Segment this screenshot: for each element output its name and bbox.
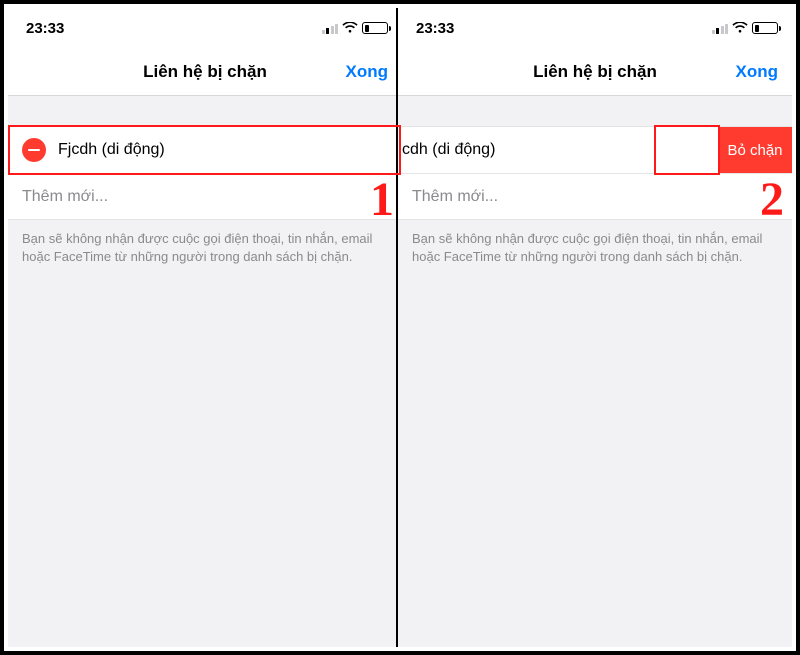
screenshot-left-pane: 23:33 Liên hệ bị chặn Xong Fjcdh (di độn… xyxy=(8,8,404,647)
explanation-footer: Bạn sẽ không nhận được cuộc gọi điện tho… xyxy=(8,220,402,265)
status-bar: 23:33 xyxy=(8,8,402,48)
done-button[interactable]: Xong xyxy=(736,62,779,82)
annotation-step-number: 1 xyxy=(370,172,394,227)
unblock-button-label: Bỏ chặn xyxy=(727,142,782,159)
cellular-signal-icon xyxy=(322,23,339,34)
unblock-button[interactable]: Bỏ chặn xyxy=(718,127,792,173)
annotation-step-number: 2 xyxy=(760,172,784,227)
done-button[interactable]: Xong xyxy=(346,62,389,82)
wifi-icon xyxy=(342,22,358,34)
blocked-contact-row[interactable]: cdh (di động) Bỏ chặn xyxy=(398,126,792,174)
status-indicators xyxy=(712,22,779,34)
remove-minus-icon[interactable] xyxy=(22,138,46,162)
add-new-label: Thêm mới... xyxy=(22,188,108,206)
wifi-icon xyxy=(732,22,748,34)
tutorial-frame: 23:33 Liên hệ bị chặn Xong Fjcdh (di độn… xyxy=(0,0,800,655)
nav-bar: Liên hệ bị chặn Xong xyxy=(8,48,402,96)
contact-name-label: Fjcdh (di động) xyxy=(58,141,165,159)
battery-icon xyxy=(752,22,778,34)
page-title: Liên hệ bị chặn xyxy=(533,62,657,82)
status-bar: 23:33 xyxy=(398,8,792,48)
battery-icon xyxy=(362,22,388,34)
add-new-row[interactable]: Thêm mới... xyxy=(8,174,402,220)
explanation-footer: Bạn sẽ không nhận được cuộc gọi điện tho… xyxy=(398,220,792,265)
add-new-label: Thêm mới... xyxy=(412,188,498,206)
blocked-contact-row[interactable]: Fjcdh (di động) xyxy=(8,126,402,174)
page-title: Liên hệ bị chặn xyxy=(143,62,267,82)
status-time: 23:33 xyxy=(26,20,64,37)
add-new-row[interactable]: Thêm mới... xyxy=(398,174,792,220)
status-time: 23:33 xyxy=(416,20,454,37)
swipe-reveal-area xyxy=(654,127,718,173)
nav-bar: Liên hệ bị chặn Xong xyxy=(398,48,792,96)
status-indicators xyxy=(322,22,389,34)
screenshot-right-pane: 23:33 Liên hệ bị chặn Xong cdh (di động) xyxy=(396,8,792,647)
contact-name-label: cdh (di động) xyxy=(402,141,495,159)
cellular-signal-icon xyxy=(712,23,729,34)
